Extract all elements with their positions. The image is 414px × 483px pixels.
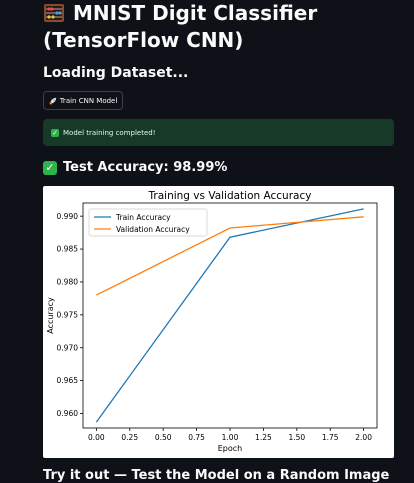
y-tick-label: 0.975	[57, 310, 79, 319]
test-accuracy: ✓ Test Accuracy: 98.99%	[43, 160, 227, 175]
x-tick-label: 1.25	[255, 433, 272, 442]
next-section-title: Try it out — Test the Model on a Random …	[43, 468, 390, 483]
check-icon: ✓	[51, 128, 59, 137]
accuracy-chart-svg: Training vs Validation Accuracy 0.00 0.25 0…	[46, 190, 378, 453]
x-tick-label: 1.50	[288, 433, 305, 442]
x-tick-label: 0.75	[188, 433, 205, 442]
y-tick-label: 0.985	[57, 245, 79, 254]
y-tick-label: 0.990	[57, 212, 79, 221]
success-alert: ✓ Model training completed!	[43, 119, 394, 146]
series-line-train	[95, 208, 364, 423]
x-tick-label: 0.50	[155, 433, 172, 442]
page-title: MNIST Digit Classifier (TensorFlow CNN)	[43, 0, 403, 54]
accuracy-chart: Training vs Validation Accuracy 0.00 0.25 0…	[43, 186, 394, 458]
legend-label: Train Accuracy	[115, 213, 171, 222]
loading-subheader: Loading Dataset...	[43, 65, 189, 81]
legend-label: Validation Accuracy	[116, 225, 190, 234]
chart-title: Training vs Validation Accuracy	[148, 190, 312, 202]
x-tick-label: 0.00	[88, 433, 105, 442]
train-model-button[interactable]: Train CNN Model	[43, 91, 123, 110]
x-axis-label: Epoch	[218, 444, 243, 453]
abacus-icon	[44, 4, 64, 22]
y-tick-label: 0.970	[57, 343, 79, 352]
page-title-text: MNIST Digit Classifier (TensorFlow CNN)	[43, 1, 318, 52]
check-icon: ✓	[43, 160, 57, 175]
y-tick-label: 0.960	[57, 409, 79, 418]
x-tick-label: 2.00	[355, 433, 372, 442]
y-tick-label: 0.980	[57, 278, 79, 287]
x-tick-label: 0.25	[121, 433, 138, 442]
train-model-button-label: Train CNN Model	[59, 96, 118, 105]
y-tick-label: 0.965	[57, 376, 79, 385]
success-message: Model training completed!	[63, 128, 156, 137]
x-tick-label: 1.00	[222, 433, 239, 442]
rocket-icon	[49, 97, 56, 105]
test-accuracy-text: Test Accuracy: 98.99%	[63, 160, 228, 175]
x-tick-label: 1.75	[322, 433, 339, 442]
y-axis-label: Accuracy	[46, 297, 55, 334]
